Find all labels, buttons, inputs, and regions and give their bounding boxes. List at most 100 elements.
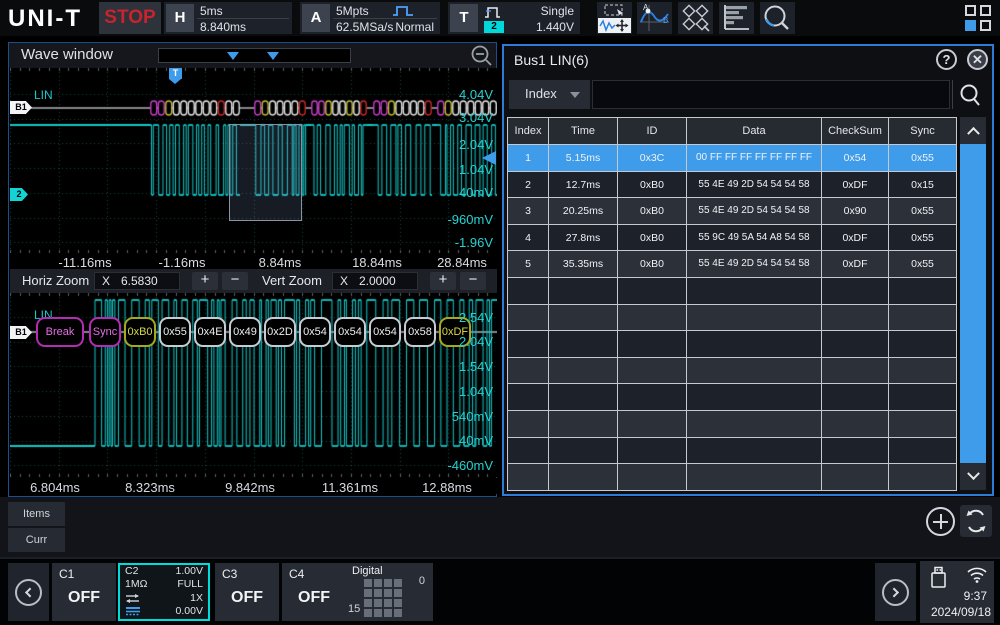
table-cell xyxy=(508,305,549,332)
run-stop-button[interactable]: STOP xyxy=(99,2,161,34)
trigger-edge-icon xyxy=(484,5,502,19)
zoom-time-axis: 6.804ms8.323ms9.842ms11.361ms12.88ms xyxy=(10,478,497,494)
channel3-state: OFF xyxy=(215,589,279,607)
table-cell xyxy=(508,331,549,358)
decode-bubble-data: 0x54 xyxy=(299,317,331,347)
trigger-settings-block[interactable]: T 2 Single 1.440V xyxy=(448,2,580,34)
table-cell xyxy=(687,438,822,465)
acquire-settings-block[interactable]: A 5Mpts 62.5MSa/s Normal xyxy=(300,2,440,34)
vert-zoom-label: Vert Zoom xyxy=(262,273,322,288)
voltage-tick-label: 2.04V xyxy=(459,334,493,349)
zoom-region-marker-left[interactable] xyxy=(227,52,239,60)
channel2-scale: 1.00V xyxy=(176,565,203,578)
items-button[interactable]: Items xyxy=(8,502,65,526)
memory-position-bar[interactable] xyxy=(158,48,351,63)
vert-zoom-plus-button[interactable]: + xyxy=(430,272,456,290)
channel1-button[interactable]: C1 OFF xyxy=(52,563,116,621)
cursor-tool-button[interactable]: A B xyxy=(637,2,672,34)
table-cell xyxy=(618,305,687,332)
table-cell xyxy=(822,384,889,411)
horiz-zoom-value-box[interactable]: X 6.5830 xyxy=(94,272,180,290)
chevron-up-icon xyxy=(967,127,980,140)
search-input[interactable] xyxy=(592,80,950,109)
trigger-position-flag[interactable]: T xyxy=(169,68,182,79)
table-cell: 55 9C 49 5A 54 A8 54 58 xyxy=(687,225,822,252)
top-toolbar: UNI-T STOP H 5ms 8.840ms A 5Mpts 62.5MSa… xyxy=(0,0,1000,36)
index-filter-dropdown[interactable]: Index xyxy=(509,80,590,109)
table-cell xyxy=(618,358,687,385)
zoom-region-marker-right[interactable] xyxy=(267,52,279,60)
refresh-button[interactable] xyxy=(960,505,992,537)
offset-level-icon xyxy=(125,606,141,616)
search-tool-button[interactable] xyxy=(760,2,795,34)
vert-zoom-minus-button[interactable]: − xyxy=(460,272,486,290)
close-icon[interactable]: ✕ xyxy=(967,49,988,70)
table-cell xyxy=(687,305,822,332)
voltage-tick-label: 4.04V xyxy=(459,87,493,102)
table-row[interactable] xyxy=(508,464,957,491)
curr-button[interactable]: Curr xyxy=(8,528,65,552)
table-cell xyxy=(618,411,687,438)
sample-rate-value: 62.5MSa/s xyxy=(336,20,393,34)
scroll-down-button[interactable] xyxy=(960,463,986,490)
table-row[interactable] xyxy=(508,278,957,305)
scrollbar-thumb[interactable] xyxy=(960,144,986,463)
table-cell xyxy=(889,411,957,438)
table-cell xyxy=(687,331,822,358)
voltage-tick-label: 2.04V xyxy=(459,137,493,152)
table-row[interactable] xyxy=(508,438,957,465)
wave-window-title: Wave window xyxy=(21,46,113,63)
table-cell: 0x15 xyxy=(889,172,957,199)
decode-table: IndexTimeIDDataCheckSumSync15.15ms0x3C00… xyxy=(507,117,957,491)
display-layout-button[interactable] xyxy=(965,5,992,32)
digital-channels-button[interactable]: Digital 0 15 xyxy=(345,563,433,621)
horizontal-settings-block[interactable]: H 5ms 8.840ms xyxy=(164,2,292,34)
table-row[interactable]: 320.25ms0xB055 4E 49 2D 54 54 54 580x900… xyxy=(508,198,957,225)
horiz-zoom-plus-button[interactable]: + xyxy=(192,272,218,290)
table-cell: 00 FF FF FF FF FF FF FF xyxy=(687,145,822,172)
digital-low-index: 15 xyxy=(348,603,360,615)
channel-bar-next-button[interactable] xyxy=(875,563,916,621)
time-tick-label: 8.323ms xyxy=(125,480,175,495)
decode-bubble-sync: Sync xyxy=(89,317,121,347)
table-row[interactable]: 427.8ms0xB055 9C 49 5A 54 A8 54 580xDF0x… xyxy=(508,225,957,252)
bus-decode-panel: Bus1 LIN(6) ? ✕ Index IndexTimeIDDataChe… xyxy=(502,44,994,496)
scroll-up-button[interactable] xyxy=(960,117,986,144)
channel3-button[interactable]: C3 OFF xyxy=(215,563,279,621)
trigger-level-arrow[interactable] xyxy=(482,151,496,165)
table-row[interactable]: 535.35ms0xB055 4E 49 2D 54 54 54 580xDF0… xyxy=(508,251,957,278)
help-icon[interactable]: ? xyxy=(936,49,957,70)
table-cell xyxy=(889,331,957,358)
timebase-value: 5ms xyxy=(200,4,223,18)
system-status-block[interactable]: 9:37 2024/09/18 xyxy=(920,561,994,623)
vert-zoom-value-box[interactable]: X 2.0000 xyxy=(332,272,418,290)
table-row[interactable] xyxy=(508,331,957,358)
channel2-probe: 1X xyxy=(190,592,203,605)
table-cell xyxy=(618,438,687,465)
memory-depth-value: 5Mpts xyxy=(336,4,369,18)
column-header: Time xyxy=(549,118,618,145)
table-row[interactable] xyxy=(508,358,957,385)
table-row[interactable]: 212.7ms0xB055 4E 49 2D 54 54 54 580xDF0x… xyxy=(508,172,957,199)
voltage-tick-label: 1.54V xyxy=(459,359,493,374)
histogram-tool-button[interactable] xyxy=(719,2,754,34)
svg-text:B: B xyxy=(663,16,668,25)
zoom-selection-box[interactable] xyxy=(229,124,302,221)
table-row[interactable]: 15.15ms0x3C00 FF FF FF FF FF FF FF0x540x… xyxy=(508,145,957,172)
channel4-button[interactable]: C4 OFF xyxy=(282,563,346,621)
table-row[interactable] xyxy=(508,305,957,332)
table-cell xyxy=(618,278,687,305)
table-row[interactable] xyxy=(508,411,957,438)
table-cell: 12.7ms xyxy=(549,172,618,199)
zoom-out-icon[interactable] xyxy=(471,45,493,67)
table-search-button[interactable] xyxy=(952,80,988,109)
math-xy-tool-button[interactable] xyxy=(678,2,713,34)
horiz-zoom-minus-button[interactable]: − xyxy=(222,272,248,290)
channel2-button[interactable]: C21.00V 1MΩFULL 1X 0.00V xyxy=(118,563,210,621)
table-cell: 0xB0 xyxy=(618,251,687,278)
voltage-tick-label: 40mV xyxy=(459,185,493,200)
add-icon[interactable] xyxy=(926,507,955,536)
table-row[interactable] xyxy=(508,384,957,411)
zone-select-tool-button[interactable] xyxy=(597,2,632,34)
channel-bar-prev-button[interactable] xyxy=(8,563,49,621)
